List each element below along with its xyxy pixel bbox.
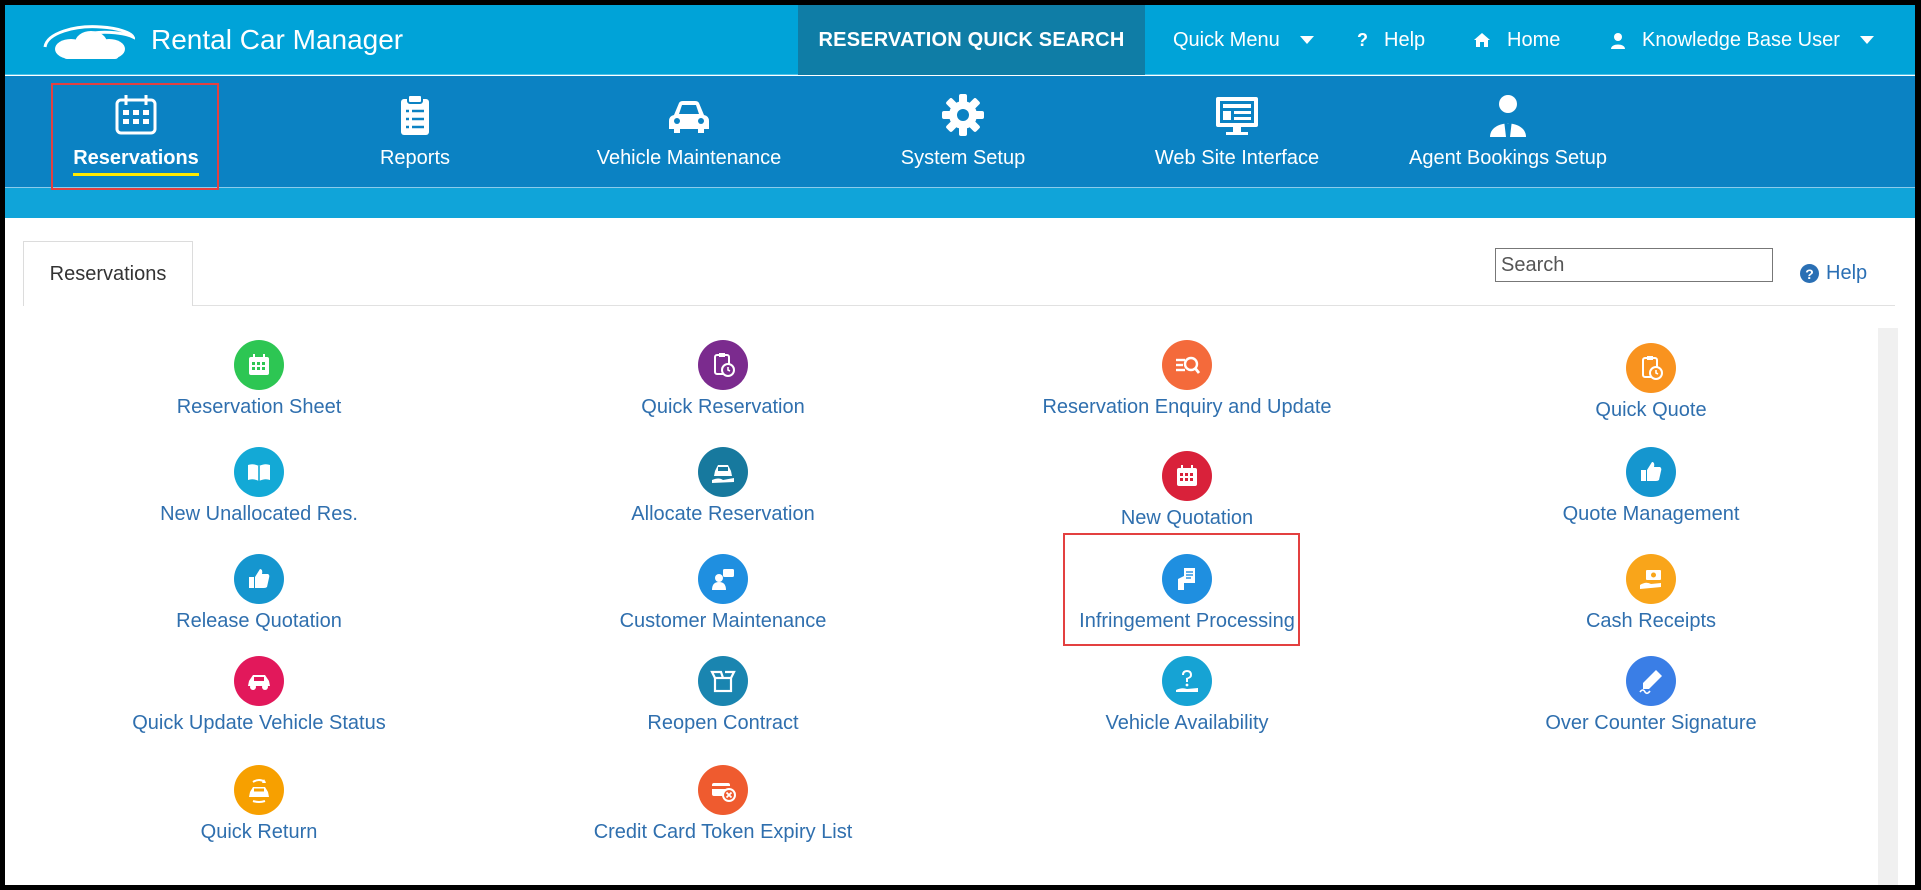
new-unallocated-res-item[interactable]: New Unallocated Res.	[59, 447, 459, 526]
module-web-site-interface[interactable]: Web Site Interface	[1147, 93, 1327, 203]
allocate-reservation-item[interactable]: Allocate Reservation	[523, 447, 923, 526]
new-quotation-item[interactable]: New Quotation	[987, 451, 1387, 530]
quick-return-item[interactable]: Quick Return	[59, 765, 459, 844]
user-name: Knowledge Base User	[1642, 28, 1840, 51]
brand[interactable]: Rental Car Manager	[41, 17, 403, 63]
clipboard-clock-icon	[1626, 343, 1676, 393]
help-label: Help	[1384, 28, 1426, 51]
customer-maintenance-item[interactable]: Customer Maintenance	[523, 554, 923, 633]
item-label: New Quotation	[1120, 507, 1254, 529]
quote-management-item[interactable]: Quote Management	[1451, 447, 1851, 526]
item-label: New Unallocated Res.	[160, 503, 358, 525]
thumbs-up-icon	[1626, 447, 1676, 497]
reservation-sheet-item[interactable]: Reservation Sheet	[59, 340, 459, 419]
item-label: Quick Return	[200, 821, 318, 843]
item-label: Cash Receipts	[1585, 610, 1717, 632]
app-title: Rental Car Manager	[151, 24, 404, 55]
home-label: Home	[1507, 28, 1561, 51]
reservation-quick-search-button[interactable]: RESERVATION QUICK SEARCH	[798, 5, 1145, 75]
search-input[interactable]	[1495, 248, 1773, 282]
quick-reservation-item[interactable]: Quick Reservation	[523, 340, 923, 419]
calendar-icon	[234, 340, 284, 390]
module-label: System Setup	[900, 147, 1026, 169]
release-quotation-item[interactable]: Release Quotation	[59, 554, 459, 633]
cloud-car-logo	[43, 25, 135, 59]
question-circle-icon: ?	[1800, 264, 1819, 283]
item-label: Allocate Reservation	[631, 503, 815, 525]
quick-update-vehicle-status-item[interactable]: Quick Update Vehicle Status	[59, 656, 459, 735]
quick-menu-label: Quick Menu	[1173, 28, 1280, 51]
item-label: Quick Quote	[1595, 399, 1707, 421]
top-bar: Rental Car Manager RESERVATION QUICK SEA…	[5, 5, 1915, 75]
chevron-down-icon	[1859, 36, 1874, 44]
item-label: Reservation Sheet	[176, 396, 342, 418]
cash-receipts-item[interactable]: Cash Receipts	[1451, 554, 1851, 633]
help-link[interactable]: ? Help	[1800, 262, 1867, 285]
question-icon: ?	[1357, 29, 1368, 50]
question-hand-icon	[1162, 656, 1212, 706]
user-icon	[1611, 32, 1625, 49]
item-label: Vehicle Availability	[1105, 712, 1269, 734]
item-label: Release Quotation	[176, 610, 342, 632]
reservations-highlight-box	[51, 83, 219, 190]
person-chat-icon	[698, 554, 748, 604]
reservation-enquiry-item[interactable]: Reservation Enquiry and Update	[987, 340, 1387, 419]
car-return-icon	[234, 765, 284, 815]
calendar-icon	[1162, 451, 1212, 501]
quick-menu-dropdown[interactable]: Quick Menu	[1173, 5, 1314, 75]
monitor-icon	[1216, 97, 1258, 135]
item-label: Quick Reservation	[641, 396, 805, 418]
item-label: Quick Update Vehicle Status	[132, 712, 386, 734]
item-label: Customer Maintenance	[619, 610, 827, 632]
item-label: Credit Card Token Expiry List	[593, 821, 853, 843]
clipboard-clock-icon	[698, 340, 748, 390]
reopen-contract-item[interactable]: Reopen Contract	[523, 656, 923, 735]
module-label: Web Site Interface	[1154, 147, 1320, 169]
thumbs-up-icon	[234, 554, 284, 604]
hand-money-icon	[1626, 554, 1676, 604]
item-label: Reopen Contract	[647, 712, 799, 734]
module-label: Agent Bookings Setup	[1409, 147, 1607, 169]
chevron-down-icon	[1299, 36, 1314, 44]
module-reports[interactable]: Reports	[360, 93, 470, 203]
infringement-processing-highlight-box	[1063, 533, 1300, 646]
home-button[interactable]: Home	[1473, 5, 1560, 75]
credit-card-token-expiry-list-item[interactable]: Credit Card Token Expiry List	[523, 765, 923, 844]
module-system-setup[interactable]: System Setup	[888, 93, 1038, 203]
vehicle-availability-item[interactable]: Vehicle Availability	[987, 656, 1387, 735]
item-label: Quote Management	[1562, 503, 1740, 525]
agent-icon	[1490, 95, 1526, 137]
item-label: Over Counter Signature	[1545, 712, 1757, 734]
user-menu-dropdown[interactable]: Knowledge Base User	[1610, 5, 1874, 75]
gear-icon	[942, 94, 984, 136]
item-label: Reservation Enquiry and Update	[1042, 396, 1332, 418]
scrollbar[interactable]	[1878, 328, 1898, 885]
module-vehicle-maintenance[interactable]: Vehicle Maintenance	[589, 93, 789, 203]
quick-quote-item[interactable]: Quick Quote	[1451, 343, 1851, 422]
signature-pen-icon	[1626, 656, 1676, 706]
module-label: Reports	[379, 147, 451, 169]
app-window: Rental Car Manager RESERVATION QUICK SEA…	[5, 5, 1915, 885]
help-link-label: Help	[1826, 262, 1868, 284]
over-counter-signature-item[interactable]: Over Counter Signature	[1451, 656, 1851, 735]
list-search-icon	[1162, 340, 1212, 390]
open-book-icon	[234, 447, 284, 497]
clipboard-list-icon	[401, 94, 429, 135]
car-hand-icon	[698, 447, 748, 497]
module-agent-bookings-setup[interactable]: Agent Bookings Setup	[1398, 93, 1618, 203]
car-icon	[669, 101, 709, 133]
tab-divider	[193, 305, 1895, 306]
car-icon	[234, 656, 284, 706]
open-box-icon	[698, 656, 748, 706]
card-cancel-icon	[698, 765, 748, 815]
help-button[interactable]: ? Help	[1357, 5, 1425, 75]
tab-reservations[interactable]: Reservations	[23, 241, 193, 306]
module-label: Vehicle Maintenance	[596, 147, 782, 169]
home-icon	[1474, 33, 1490, 47]
